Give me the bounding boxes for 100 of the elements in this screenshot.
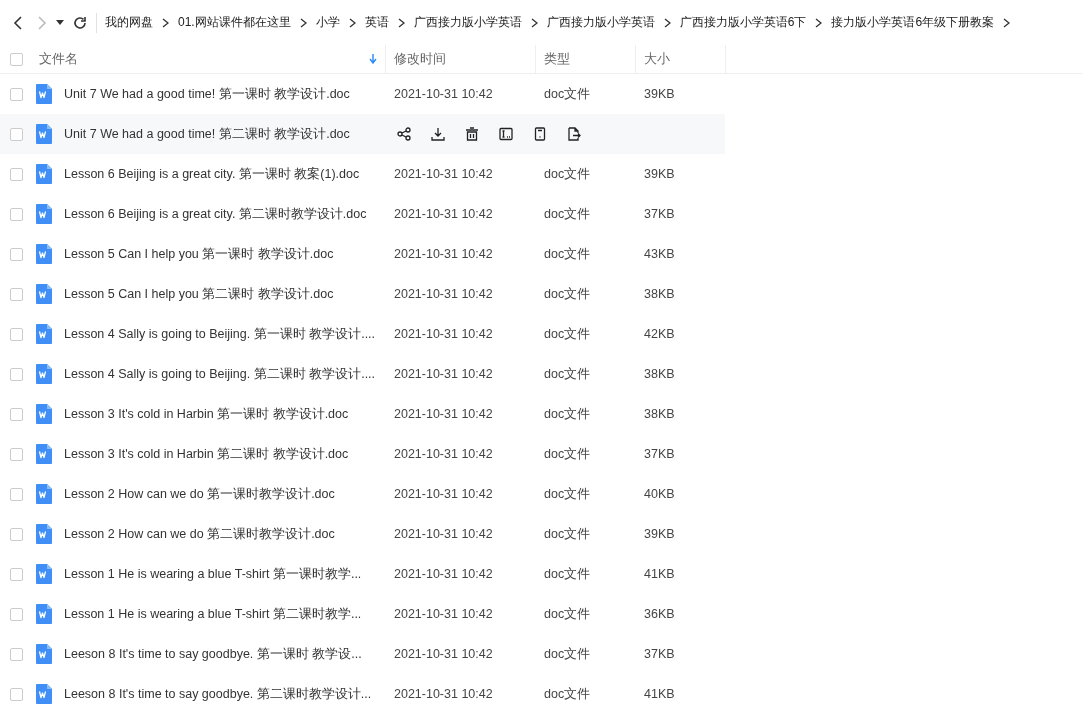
word-document-icon bbox=[36, 524, 52, 544]
file-row[interactable]: Lesson 3 It's cold in Harbin 第二课时 教学设计.doc 2021-10-31 10:42 doc文件 37KB bbox=[0, 434, 725, 474]
file-name[interactable]: Lesson 4 Sally is going to Beijing. 第二课时 教学设计.... bbox=[64, 365, 376, 383]
modified-time: 2021-10-31 10:42 bbox=[393, 167, 494, 181]
file-size: 41KB bbox=[643, 567, 676, 581]
file-name[interactable]: Unit 7 We had a good time! 第一课时 教学设计.doc bbox=[64, 85, 350, 103]
breadcrumb-link[interactable]: 小学 bbox=[315, 14, 340, 31]
breadcrumb-link[interactable]: 接力版小学英语6年级下册教案 bbox=[831, 14, 995, 31]
row-checkbox[interactable] bbox=[9, 127, 23, 141]
file-name[interactable]: Leeson 8 It's time to say goodbye. 第二课时教学设计... bbox=[64, 685, 372, 703]
chevron-icon bbox=[663, 17, 671, 28]
file-row[interactable]: Leeson 8 It's time to say goodbye. 第二课时教学设计... 2021-10-31 10:42 doc文件 41KB bbox=[0, 674, 725, 714]
file-name[interactable]: Lesson 4 Sally is going to Beijing. 第一课时 教学设计.... bbox=[64, 325, 376, 343]
modified-time: 2021-10-31 10:42 bbox=[393, 607, 494, 621]
file-name[interactable]: Lesson 1 He is wearing a blue T-shirt 第二课时教学... bbox=[64, 605, 362, 623]
file-size: 43KB bbox=[643, 247, 676, 261]
row-checkbox[interactable] bbox=[9, 407, 23, 421]
file-name[interactable]: Lesson 6 Beijing is a great city. 第一课时 教案(1).doc bbox=[64, 165, 360, 183]
select-all-checkbox[interactable] bbox=[9, 52, 23, 66]
row-checkbox[interactable] bbox=[9, 527, 23, 541]
row-checkbox[interactable] bbox=[9, 487, 23, 501]
modified-time: 2021-10-31 10:42 bbox=[393, 287, 494, 301]
row-checkbox[interactable] bbox=[9, 447, 23, 461]
file-name[interactable]: Lesson 2 How can we do 第二课时教学设计.doc bbox=[64, 525, 335, 543]
file-row[interactable]: Lesson 3 It's cold in Harbin 第一课时 教学设计.doc 2021-10-31 10:42 doc文件 38KB bbox=[0, 394, 725, 434]
breadcrumb-link[interactable]: 我的网盘 bbox=[105, 14, 153, 31]
modified-time: 2021-10-31 10:42 bbox=[393, 527, 494, 541]
row-checkbox[interactable] bbox=[9, 567, 23, 581]
file-size: 39KB bbox=[643, 167, 676, 181]
file-name[interactable]: Lesson 2 How can we do 第一课时教学设计.doc bbox=[64, 485, 335, 503]
file-row[interactable]: Lesson 1 He is wearing a blue T-shirt 第二课时教学... 2021-10-31 10:42 doc文件 36KB bbox=[0, 594, 725, 634]
file-row[interactable]: Lesson 2 How can we do 第一课时教学设计.doc 2021-10-31 10:42 doc文件 40KB bbox=[0, 474, 725, 514]
file-row[interactable]: Lesson 4 Sally is going to Beijing. 第一课时 教学设计.... 2021-10-31 10:42 doc文件 42KB bbox=[0, 314, 725, 354]
file-row[interactable]: Lesson 6 Beijing is a great city. 第二课时教学设计.doc 2021-10-31 10:42 doc文件 37KB bbox=[0, 194, 725, 234]
word-document-icon bbox=[36, 284, 52, 304]
row-checkbox[interactable] bbox=[9, 287, 23, 301]
file-name[interactable]: Lesson 5 Can I help you 第一课时 教学设计.doc bbox=[64, 245, 334, 263]
file-name[interactable]: Unit 7 We had a good time! 第二课时 教学设计.doc bbox=[64, 125, 350, 143]
file-row[interactable]: Lesson 5 Can I help you 第一课时 教学设计.doc 2021-10-31 10:42 doc文件 43KB bbox=[0, 234, 725, 274]
file-row[interactable]: Lesson 6 Beijing is a great city. 第一课时 教案(1).doc 2021-10-31 10:42 doc文件 39KB bbox=[0, 154, 725, 194]
refresh-icon[interactable] bbox=[73, 15, 87, 30]
file-type: doc文件 bbox=[543, 645, 592, 663]
file-size: 41KB bbox=[643, 687, 676, 701]
file-size: 37KB bbox=[643, 207, 676, 221]
modified-time: 2021-10-31 10:42 bbox=[393, 367, 494, 381]
dropdown-caret-icon[interactable] bbox=[56, 19, 64, 26]
row-checkbox[interactable] bbox=[9, 687, 23, 701]
breadcrumb-link[interactable]: 01.网站课件都在这里 bbox=[178, 14, 291, 31]
breadcrumb-link[interactable]: 广西接力版小学英语 bbox=[413, 14, 522, 31]
file-row[interactable]: Lesson 1 He is wearing a blue T-shirt 第一课时教学... 2021-10-31 10:42 doc文件 41KB bbox=[0, 554, 725, 594]
column-header[interactable]: 文件名 bbox=[31, 45, 386, 73]
row-checkbox[interactable] bbox=[9, 207, 23, 221]
file-size: 38KB bbox=[643, 367, 676, 381]
file-type: doc文件 bbox=[543, 165, 592, 183]
breadcrumb-link[interactable]: 广西接力版小学英语6下 bbox=[679, 14, 807, 31]
modified-time: 2021-10-31 10:42 bbox=[393, 87, 494, 101]
row-checkbox[interactable] bbox=[9, 167, 23, 181]
file-row[interactable]: Unit 7 We had a good time! 第二课时 教学设计.doc bbox=[0, 114, 725, 154]
file-row[interactable]: Lesson 4 Sally is going to Beijing. 第二课时 教学设计.... 2021-10-31 10:42 doc文件 38KB bbox=[0, 354, 725, 394]
column-header[interactable]: 大小 bbox=[636, 45, 726, 73]
file-name[interactable]: Lesson 3 It's cold in Harbin 第二课时 教学设计.doc bbox=[64, 445, 349, 463]
chevron-icon bbox=[815, 17, 823, 28]
share-icon[interactable] bbox=[394, 124, 414, 144]
file-name[interactable]: Leeson 8 It's time to say goodbye. 第一课时 教学设... bbox=[64, 645, 362, 663]
modified-time: 2021-10-31 10:42 bbox=[393, 647, 494, 661]
word-document-icon bbox=[36, 164, 52, 184]
modified-time: 2021-10-31 10:42 bbox=[393, 687, 494, 701]
chevron-icon bbox=[348, 17, 356, 28]
file-name[interactable]: Lesson 5 Can I help you 第二课时 教学设计.doc bbox=[64, 285, 334, 303]
file-type: doc文件 bbox=[543, 605, 592, 623]
row-checkbox[interactable] bbox=[9, 367, 23, 381]
column-header[interactable]: 类型 bbox=[536, 45, 636, 73]
chevron-icon bbox=[1003, 17, 1011, 28]
file-type: doc文件 bbox=[543, 405, 592, 423]
file-type: doc文件 bbox=[543, 525, 592, 543]
breadcrumb-link[interactable]: 英语 bbox=[364, 14, 389, 31]
file-name[interactable]: Lesson 3 It's cold in Harbin 第一课时 教学设计.doc bbox=[64, 405, 349, 423]
word-document-icon bbox=[36, 604, 52, 624]
row-checkbox[interactable] bbox=[9, 607, 23, 621]
file-row[interactable]: Leeson 8 It's time to say goodbye. 第一课时 教学设... 2021-10-31 10:42 doc文件 37KB bbox=[0, 634, 725, 674]
word-document-icon bbox=[36, 404, 52, 424]
word-document-icon bbox=[36, 84, 52, 104]
file-size: 39KB bbox=[643, 527, 676, 541]
file-row[interactable]: Lesson 2 How can we do 第二课时教学设计.doc 2021-10-31 10:42 doc文件 39KB bbox=[0, 514, 725, 554]
column-header[interactable]: 修改时间 bbox=[386, 45, 536, 73]
word-document-icon bbox=[36, 204, 52, 224]
chevron-icon bbox=[299, 17, 307, 28]
file-name[interactable]: Lesson 1 He is wearing a blue T-shirt 第一课时教学... bbox=[64, 565, 362, 583]
file-size: 37KB bbox=[643, 447, 676, 461]
file-row[interactable]: Unit 7 We had a good time! 第一课时 教学设计.doc 2021-10-31 10:42 doc文件 39KB bbox=[0, 74, 725, 114]
file-row[interactable]: Lesson 5 Can I help you 第二课时 教学设计.doc 2021-10-31 10:42 doc文件 38KB bbox=[0, 274, 725, 314]
row-checkbox[interactable] bbox=[9, 327, 23, 341]
word-document-icon bbox=[36, 444, 52, 464]
breadcrumb-link[interactable]: 广西接力版小学英语 bbox=[546, 14, 655, 31]
file-name[interactable]: Lesson 6 Beijing is a great city. 第二课时教学设计.doc bbox=[64, 205, 367, 223]
row-checkbox[interactable] bbox=[9, 247, 23, 261]
file-size: 37KB bbox=[643, 647, 676, 661]
chevron-icon bbox=[530, 17, 538, 28]
row-checkbox[interactable] bbox=[9, 87, 23, 101]
row-checkbox[interactable] bbox=[9, 647, 23, 661]
